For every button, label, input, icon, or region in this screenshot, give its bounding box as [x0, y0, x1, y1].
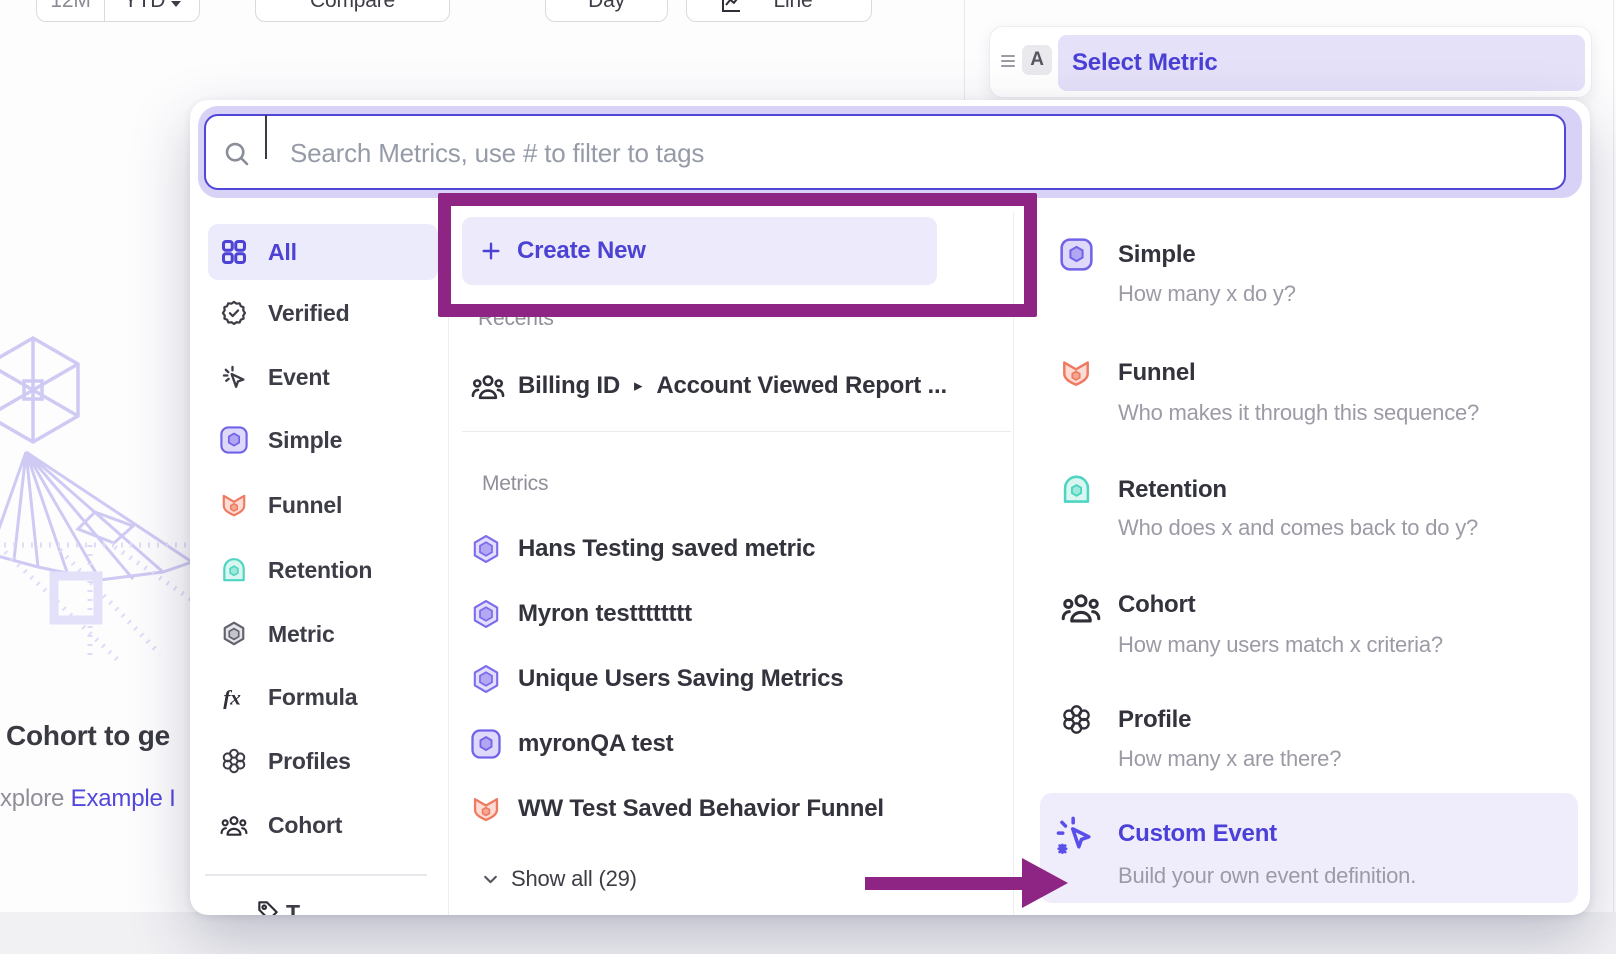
metric-list-item[interactable]: Myron testttttttt: [471, 592, 1011, 636]
sidebar-item-metric[interactable]: Metric: [208, 606, 438, 662]
sidebar-item-simple[interactable]: Simple: [208, 412, 438, 468]
range-12m-button[interactable]: 12M: [37, 0, 104, 13]
funnel-icon: [1060, 357, 1092, 389]
metric-list-item[interactable]: WW Test Saved Behavior Funnel: [471, 787, 1011, 831]
metrics-header: Metrics: [482, 472, 548, 496]
sidebar-item-formula[interactable]: fx Formula: [208, 669, 438, 725]
metric-list-item[interactable]: Hans Testing saved metric: [471, 527, 1011, 571]
cohort-icon: [1060, 590, 1102, 624]
select-metric-label: Select Metric: [1072, 49, 1217, 77]
sidebar-item-verified[interactable]: Verified: [208, 285, 438, 341]
search-input[interactable]: [290, 120, 1530, 186]
sidebar-item-cohort[interactable]: Cohort: [208, 797, 438, 853]
metric-list-item[interactable]: myronQA test: [471, 722, 1011, 766]
simple-icon: [1060, 238, 1093, 271]
type-option-simple[interactable]: Simple: [1118, 240, 1196, 270]
sidebar-item-funnel[interactable]: Funnel: [208, 477, 438, 533]
select-metric-button[interactable]: Select Metric: [1058, 35, 1585, 91]
type-desc-cohort: How many users match x criteria?: [1118, 631, 1443, 659]
retention-icon: [220, 556, 248, 584]
sidebar-divider: [205, 874, 427, 876]
text-cursor: [265, 115, 267, 159]
sidebar-item-event[interactable]: Event: [208, 349, 438, 405]
column-divider-right: [1613, 0, 1614, 954]
metric-a-badge: A: [1022, 45, 1052, 75]
example-link[interactable]: Example I: [71, 785, 176, 812]
type-option-funnel[interactable]: Funnel: [1118, 358, 1195, 388]
search-box[interactable]: [204, 114, 1566, 190]
drag-handle-icon[interactable]: [1001, 55, 1015, 67]
empty-state-headline: Cohort to ge: [6, 720, 170, 752]
sidebar-item-partial[interactable]: T: [208, 890, 438, 915]
cohort-icon: [220, 811, 248, 839]
verified-seal-icon: [220, 299, 248, 327]
type-desc-funnel: Who makes it through this sequence?: [1118, 399, 1479, 427]
empty-state-subtext: xplore Example I: [0, 785, 176, 813]
type-desc-retention: Who does x and comes back to do y?: [1118, 514, 1478, 542]
grid-icon: [220, 238, 248, 266]
svg-text:fx: fx: [223, 686, 241, 710]
metric-row-panel: A Select Metric: [989, 26, 1592, 98]
show-all-toggle[interactable]: Show all (29): [482, 864, 637, 894]
sidebar-item-profiles[interactable]: Profiles: [208, 733, 438, 789]
granularity-day-button[interactable]: Day: [545, 0, 668, 22]
funnel-icon: [220, 491, 248, 519]
annotation-highlight-box: [438, 193, 1037, 317]
custom-event-icon: [1052, 812, 1098, 858]
subtext-fragment: xplore: [0, 785, 71, 812]
range-ytd-button[interactable]: YTD: [104, 0, 200, 13]
metric-hexagon-icon: [220, 620, 248, 648]
recent-item-primary: Billing ID: [518, 372, 620, 400]
tag-icon: [255, 898, 281, 915]
chevron-down-icon: [171, 1, 181, 7]
simple-icon: [471, 729, 501, 759]
type-option-custom-event[interactable]: Custom Event: [1118, 819, 1277, 849]
annotation-arrow-shaft: [865, 877, 1022, 890]
date-range-group[interactable]: 12M YTD: [36, 0, 200, 22]
retention-icon: [1060, 473, 1093, 506]
section-divider: [462, 431, 1011, 432]
sidebar-item-retention[interactable]: Retention: [208, 542, 438, 598]
search-icon: [222, 139, 252, 169]
type-option-cohort[interactable]: Cohort: [1118, 590, 1195, 620]
simple-icon: [220, 426, 248, 454]
cohort-icon: [471, 371, 505, 401]
compare-button[interactable]: Compare: [255, 0, 450, 22]
recent-item[interactable]: Billing ID ▸ Account Viewed Report ...: [471, 368, 947, 404]
empty-state-illustration: [0, 332, 200, 662]
type-option-retention[interactable]: Retention: [1118, 475, 1227, 505]
formula-icon: fx: [220, 683, 248, 711]
profiles-icon: [220, 747, 248, 775]
funnel-icon: [471, 794, 501, 824]
sidebar-item-all[interactable]: All: [208, 224, 438, 280]
annotation-arrow-head: [1022, 858, 1068, 908]
modal-divider-left: [448, 212, 449, 915]
page-footer-band: [0, 912, 1616, 954]
metric-hexagon-icon: [471, 664, 501, 694]
metric-hexagon-icon: [471, 599, 501, 629]
metric-hexagon-icon: [471, 534, 501, 564]
type-desc-profile: How many x are there?: [1118, 745, 1341, 773]
type-option-profile[interactable]: Profile: [1118, 705, 1191, 735]
type-desc-custom-event: Build your own event definition.: [1118, 862, 1416, 890]
event-cursor-icon: [220, 363, 248, 391]
caret-separator: ▸: [633, 376, 643, 396]
metric-list-item[interactable]: Unique Users Saving Metrics: [471, 657, 1011, 701]
recent-item-secondary: Account Viewed Report ...: [656, 372, 947, 400]
chevron-down-icon: [482, 871, 499, 888]
modal-divider-right: [1013, 212, 1014, 915]
chart-type-line-button[interactable]: Line: [686, 0, 872, 22]
type-desc-simple: How many x do y?: [1118, 280, 1296, 308]
profiles-icon: [1060, 703, 1093, 736]
